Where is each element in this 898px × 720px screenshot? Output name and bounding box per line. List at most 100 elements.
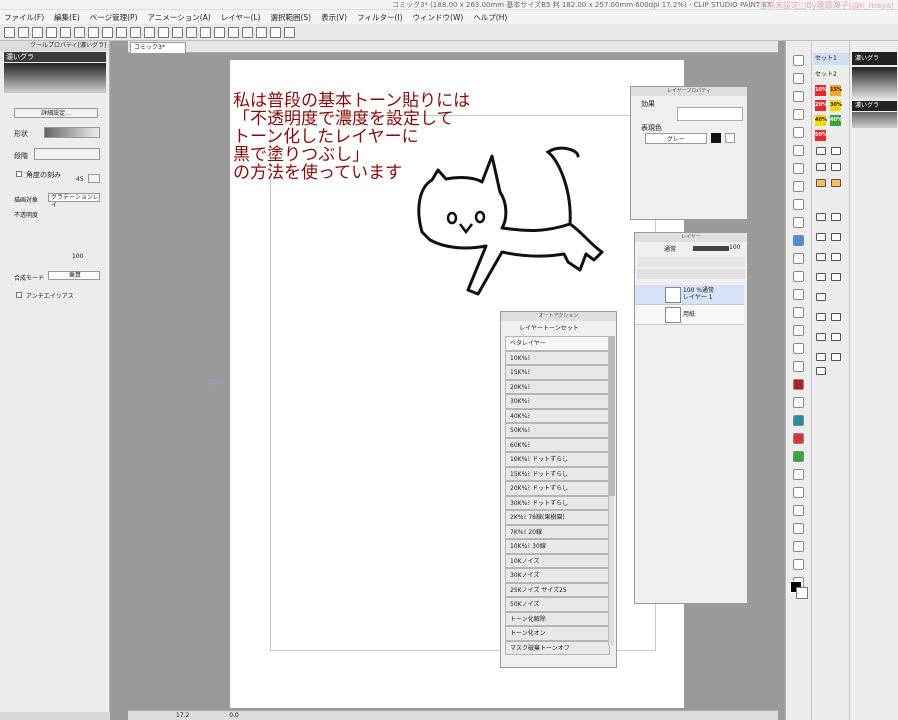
red-gradient-icon[interactable] xyxy=(793,379,804,390)
transform-icon[interactable] xyxy=(102,26,113,38)
menu-filter[interactable]: フィルター(I) xyxy=(357,12,402,23)
action-item[interactable]: ベタレイヤー xyxy=(505,336,610,351)
folder-icon[interactable] xyxy=(816,147,826,155)
shape-selector[interactable] xyxy=(44,127,100,138)
new-file-icon[interactable] xyxy=(4,26,15,38)
folder-icon[interactable] xyxy=(831,163,841,171)
rotate-icon[interactable] xyxy=(228,26,239,38)
folder-icon[interactable] xyxy=(831,147,841,155)
tool-icon[interactable] xyxy=(793,505,804,516)
pen-tool-icon[interactable] xyxy=(793,145,804,156)
lasso-tool-icon[interactable] xyxy=(793,109,804,120)
action-item[interactable]: トーン化オン xyxy=(505,626,610,641)
angle-stepper[interactable] xyxy=(88,174,100,183)
ruler-tool-icon[interactable] xyxy=(793,307,804,318)
scroll-thumb[interactable] xyxy=(609,336,615,496)
folder-icon[interactable] xyxy=(816,333,826,341)
menu-animation[interactable]: アニメーション(A) xyxy=(148,12,211,23)
action-item[interactable]: 40K%ﾐ xyxy=(505,408,610,423)
antialias-checkbox[interactable] xyxy=(16,292,22,298)
blend-mode-select[interactable]: 乗算 xyxy=(48,271,100,280)
folder-icon[interactable] xyxy=(816,293,826,301)
text-a-icon[interactable] xyxy=(793,433,804,444)
figure-tool-icon[interactable] xyxy=(793,271,804,282)
symmetry-icon[interactable] xyxy=(214,26,225,38)
action-item[interactable]: 50Kノイズ xyxy=(505,597,610,612)
zoom-tool-icon[interactable] xyxy=(793,55,804,66)
folder-icon[interactable] xyxy=(831,213,841,221)
text-tool-icon[interactable] xyxy=(793,325,804,336)
tool-icon[interactable] xyxy=(793,487,804,498)
folder-icon[interactable] xyxy=(816,233,826,241)
folder-icon[interactable] xyxy=(816,313,826,321)
action-set-select[interactable]: レイヤートーンセット xyxy=(507,323,591,332)
tool-icon[interactable] xyxy=(793,397,804,408)
angle-checkbox[interactable] xyxy=(16,171,22,177)
folder-icon[interactable] xyxy=(816,353,826,361)
tone-30[interactable]: 30% xyxy=(830,100,842,111)
action-item[interactable]: 60K%ﾐ xyxy=(505,437,610,452)
cyan-tool-icon[interactable] xyxy=(793,415,804,426)
deselect-icon[interactable] xyxy=(130,26,141,38)
save-icon[interactable] xyxy=(32,26,43,38)
clear-icon[interactable] xyxy=(74,26,85,38)
action-item[interactable]: 50K%ﾐ xyxy=(505,423,610,438)
settings-icon[interactable] xyxy=(284,26,295,38)
action-item[interactable]: 20K%ﾐ ドットずらし xyxy=(505,481,610,496)
green-tool-icon[interactable] xyxy=(793,451,804,462)
folder-icon[interactable] xyxy=(816,273,826,281)
action-item[interactable]: 10Kノイズ xyxy=(505,553,610,568)
effect-buttons[interactable] xyxy=(677,107,743,121)
action-item[interactable]: 10K%ﾐ ドットずらし xyxy=(505,452,610,467)
tool-icon[interactable] xyxy=(793,559,804,570)
flip-icon[interactable] xyxy=(242,26,253,38)
action-item[interactable]: 30Kノイズ xyxy=(505,568,610,583)
select-all-icon[interactable] xyxy=(116,26,127,38)
folder-icon[interactable] xyxy=(816,253,826,261)
layer-row[interactable]: 用紙 xyxy=(635,305,744,325)
set-item[interactable]: セット2 xyxy=(813,69,849,81)
folder-icon[interactable] xyxy=(831,233,841,241)
action-item[interactable]: 2K%ﾐ 78線(果樹園) xyxy=(505,510,610,525)
menu-selection[interactable]: 選択範囲(S) xyxy=(271,12,312,23)
layer-toolbar[interactable] xyxy=(637,257,745,267)
action-item[interactable]: 15K%ﾐ ドットずらし xyxy=(505,466,610,481)
folder-icon[interactable] xyxy=(816,367,826,375)
invert-icon[interactable] xyxy=(144,26,155,38)
select-tool-icon[interactable] xyxy=(793,91,804,102)
undo-icon[interactable] xyxy=(46,26,57,38)
tone-20[interactable]: 20% xyxy=(815,100,827,111)
action-item[interactable]: 10K%ﾐ 30線 xyxy=(505,539,610,554)
tone-50[interactable]: 50% xyxy=(815,130,827,141)
sub-color-swatch[interactable] xyxy=(796,587,808,599)
pencil-tool-icon[interactable] xyxy=(793,163,804,174)
folder-icon[interactable] xyxy=(831,179,841,187)
action-item[interactable]: 25Kノイズ サイズ25 xyxy=(505,582,610,597)
action-item[interactable]: 30K%ﾐ ドットずらし xyxy=(505,495,610,510)
folder-icon[interactable] xyxy=(831,273,841,281)
white-swatch[interactable] xyxy=(725,133,735,143)
fill-icon[interactable] xyxy=(88,26,99,38)
menu-page[interactable]: ページ管理(P) xyxy=(90,12,138,23)
menu-file[interactable]: ファイル(F) xyxy=(4,12,44,23)
eyedropper-tool-icon[interactable] xyxy=(793,127,804,138)
black-swatch[interactable] xyxy=(711,133,721,143)
folder-icon[interactable] xyxy=(816,213,826,221)
action-item[interactable]: 15K%ﾐ xyxy=(505,365,610,380)
folder-icon[interactable] xyxy=(816,163,826,171)
action-item[interactable]: トーン化解除 xyxy=(505,611,610,626)
fill-tool-icon[interactable] xyxy=(793,253,804,264)
frame-tool-icon[interactable] xyxy=(793,289,804,300)
action-item[interactable]: 7K%ﾐ 20線 xyxy=(505,524,610,539)
hand-icon[interactable] xyxy=(270,26,281,38)
blend-select[interactable]: 通常 xyxy=(651,244,689,253)
snap-icon[interactable] xyxy=(158,26,169,38)
scrollbar[interactable] xyxy=(608,336,615,646)
layer-row[interactable]: 100 %通常 レイヤー 1 xyxy=(635,285,744,305)
folder-icon[interactable] xyxy=(831,333,841,341)
redo-icon[interactable] xyxy=(60,26,71,38)
ruler-icon[interactable] xyxy=(172,26,183,38)
tone-40[interactable]: 40% xyxy=(815,115,827,126)
opacity-slider[interactable] xyxy=(693,246,729,251)
grid-icon[interactable] xyxy=(186,26,197,38)
